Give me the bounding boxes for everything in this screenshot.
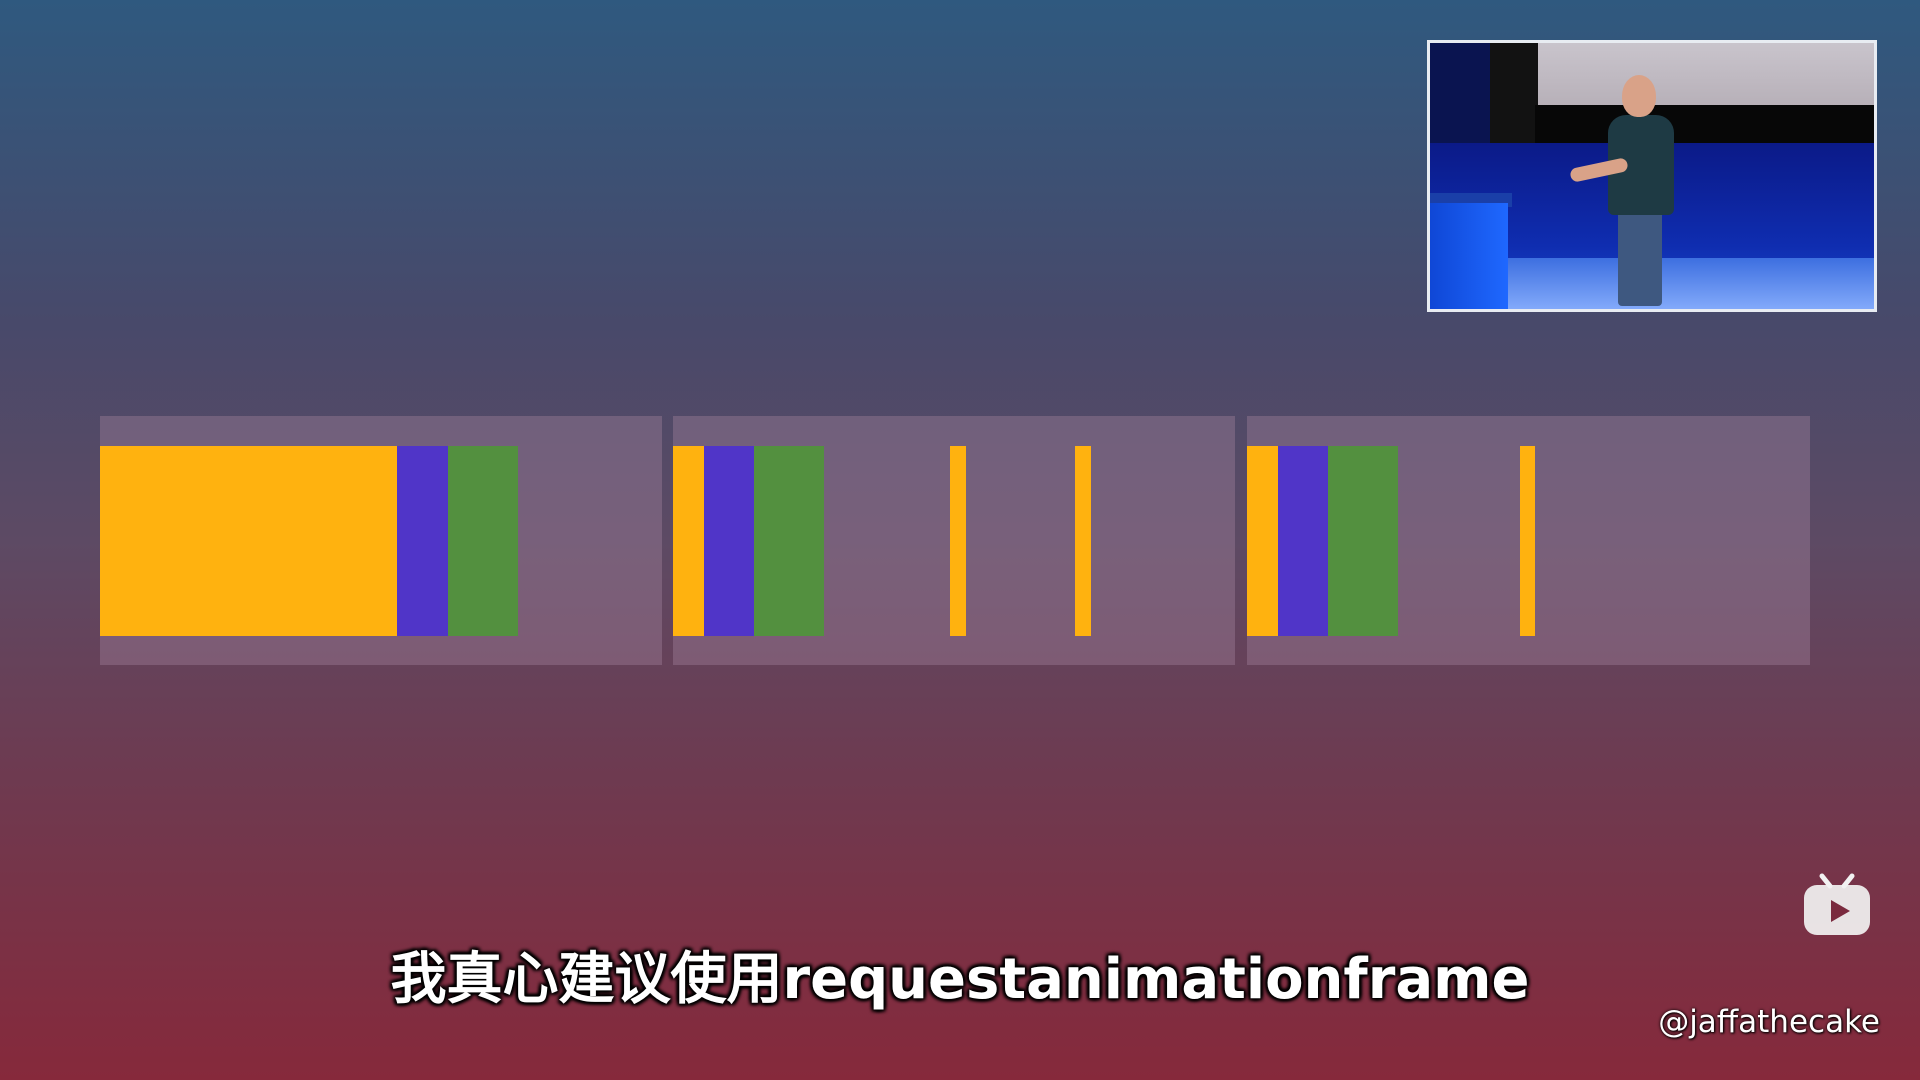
- task-script: [1075, 446, 1091, 636]
- credit-handle: @jaffathecake: [1658, 1004, 1880, 1040]
- play-tv-icon[interactable]: [1802, 872, 1872, 938]
- task-paint: [1328, 446, 1398, 636]
- task-paint: [754, 446, 824, 636]
- task-script: [100, 446, 397, 636]
- task-script: [1520, 446, 1535, 636]
- task-script: [673, 446, 704, 636]
- task-style: [704, 446, 754, 636]
- task-style: [397, 446, 448, 636]
- frame-timeline-diagram: [0, 0, 1920, 1080]
- task-script: [950, 446, 966, 636]
- task-script: [1247, 446, 1278, 636]
- subtitle-caption: 我真心建议使用requestanimationframe: [390, 947, 1530, 1012]
- task-style: [1278, 446, 1328, 636]
- video-frame: 我真心建议使用requestanimationframe @jaffatheca…: [0, 0, 1920, 1080]
- task-paint: [448, 446, 518, 636]
